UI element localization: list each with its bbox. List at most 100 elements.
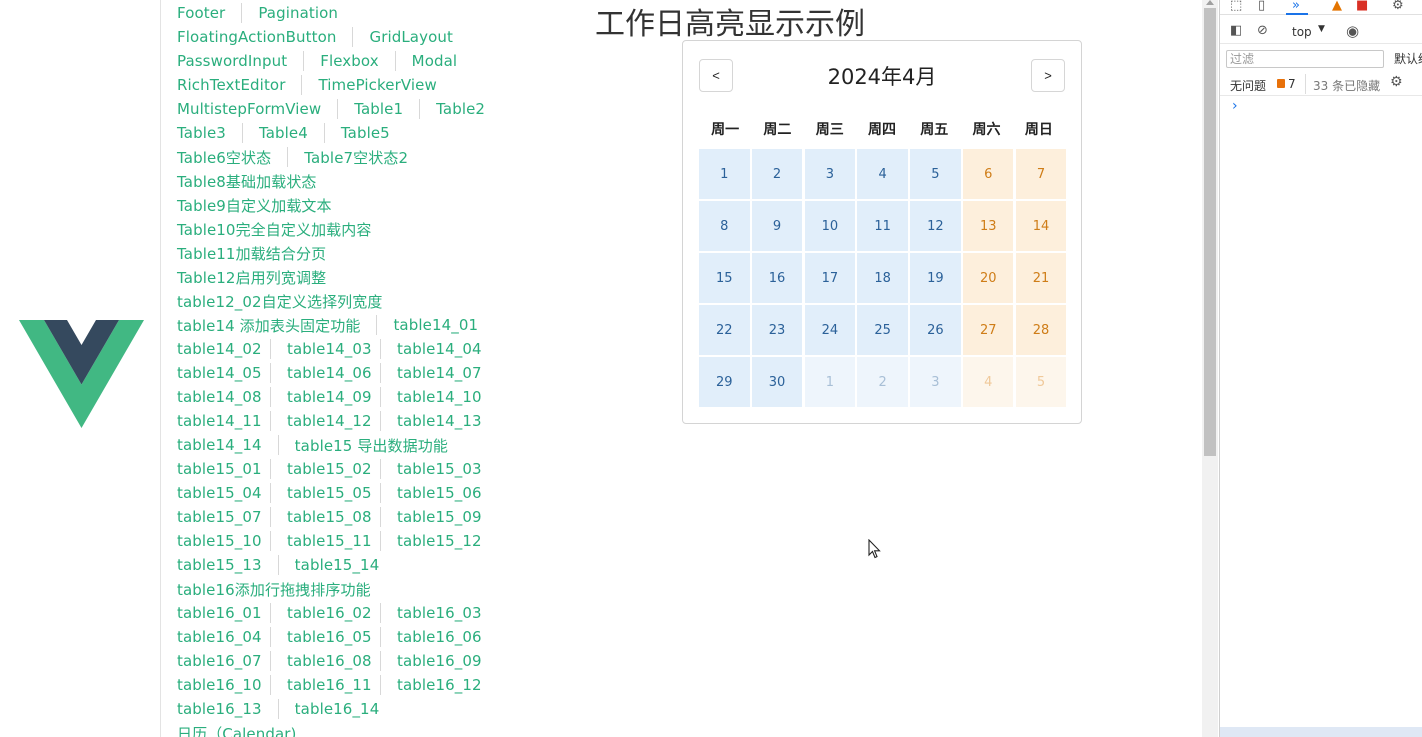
calendar-day-cell[interactable]: 20	[962, 253, 1014, 303]
calendar-day-cell[interactable]: 21	[1015, 253, 1067, 303]
calendar-day-cell[interactable]: 30	[751, 357, 803, 407]
nav-link[interactable]: table14_08	[177, 388, 262, 406]
page-scrollbar[interactable]	[1202, 0, 1218, 737]
nav-link[interactable]: Flexbox	[320, 52, 378, 70]
calendar-day-cell[interactable]: 1	[699, 149, 750, 199]
nav-link[interactable]: table15_05	[287, 484, 372, 502]
nav-link[interactable]: FloatingActionButton	[177, 28, 336, 46]
nav-link[interactable]: table14_04	[397, 340, 482, 358]
nav-link[interactable]: Table2	[436, 100, 485, 118]
nav-link[interactable]: Table4	[259, 124, 308, 142]
live-expression-eye-icon[interactable]: ◉	[1346, 22, 1359, 40]
nav-link[interactable]: table15_01	[177, 460, 262, 478]
nav-link[interactable]: table14_01	[393, 316, 478, 334]
calendar-day-cell[interactable]: 5	[910, 149, 961, 199]
nav-link[interactable]: table15_03	[397, 460, 482, 478]
calendar-day-cell[interactable]: 2	[751, 149, 803, 199]
calendar-day-cell[interactable]: 4	[857, 149, 908, 199]
nav-link[interactable]: Modal	[412, 52, 458, 70]
calendar-day-cell[interactable]: 5	[1015, 357, 1067, 407]
nav-link[interactable]: table14_02	[177, 340, 262, 358]
settings-gear-icon[interactable]: ⚙	[1392, 0, 1404, 13]
chevron-down-icon[interactable]: ▼	[1318, 24, 1325, 34]
nav-link[interactable]: Table8基础加载状态	[177, 171, 317, 192]
nav-link[interactable]: table15 导出数据功能	[295, 435, 448, 456]
next-month-button[interactable]: >	[1031, 59, 1065, 92]
calendar-day-cell[interactable]: 14	[1015, 201, 1067, 251]
console-settings-gear-icon[interactable]: ⚙	[1390, 74, 1403, 90]
nav-link[interactable]: Table9自定义加载文本	[177, 195, 332, 216]
issues-label[interactable]: 无问题	[1230, 77, 1266, 94]
issues-count[interactable]: 7	[1288, 77, 1296, 91]
scroll-up-arrow-icon[interactable]	[1206, 0, 1214, 5]
nav-link[interactable]: table14_12	[287, 412, 372, 430]
nav-link[interactable]: table16_06	[397, 628, 482, 646]
calendar-day-cell[interactable]: 3	[804, 149, 856, 199]
nav-link[interactable]: Table3	[177, 124, 226, 142]
nav-link[interactable]: table14_14	[177, 436, 262, 454]
nav-link[interactable]: table16_11	[287, 676, 372, 694]
nav-link[interactable]: table16_12	[397, 676, 482, 694]
console-prompt-icon[interactable]: ›	[1232, 98, 1238, 114]
calendar-day-cell[interactable]: 18	[857, 253, 908, 303]
nav-link[interactable]: table15_14	[295, 556, 380, 574]
nav-link[interactable]: table16_03	[397, 604, 482, 622]
nav-link[interactable]: table15_07	[177, 508, 262, 526]
calendar-day-cell[interactable]: 7	[1015, 149, 1067, 199]
warning-icon[interactable]: ▲	[1332, 0, 1342, 13]
calendar-day-cell[interactable]: 23	[751, 305, 803, 355]
calendar-day-cell[interactable]: 27	[962, 305, 1014, 355]
nav-link[interactable]: table15_06	[397, 484, 482, 502]
nav-link[interactable]: table15_10	[177, 532, 262, 550]
calendar-day-cell[interactable]: 24	[804, 305, 856, 355]
nav-link[interactable]: table14 添加表头固定功能	[177, 315, 360, 336]
nav-link[interactable]: table16_09	[397, 652, 482, 670]
calendar-day-cell[interactable]: 17	[804, 253, 856, 303]
nav-link[interactable]: GridLayout	[369, 28, 452, 46]
inspect-element-icon[interactable]: ⬚	[1230, 0, 1242, 13]
console-filter-input[interactable]: 过滤	[1226, 50, 1384, 68]
nav-link[interactable]: table16_13	[177, 700, 262, 718]
nav-link[interactable]: table15_09	[397, 508, 482, 526]
calendar-day-cell[interactable]: 19	[910, 253, 961, 303]
nav-link[interactable]: table14_09	[287, 388, 372, 406]
nav-link[interactable]: TimePickerView	[318, 76, 436, 94]
calendar-day-cell[interactable]: 6	[962, 149, 1014, 199]
nav-link[interactable]: table16_02	[287, 604, 372, 622]
more-tabs-icon[interactable]: »	[1292, 0, 1300, 13]
device-toolbar-icon[interactable]: ▯	[1258, 0, 1265, 13]
nav-link[interactable]: table15_08	[287, 508, 372, 526]
nav-link[interactable]: table16_08	[287, 652, 372, 670]
calendar-day-cell[interactable]: 4	[962, 357, 1014, 407]
nav-link[interactable]: table14_10	[397, 388, 482, 406]
calendar-day-cell[interactable]: 25	[857, 305, 908, 355]
nav-link[interactable]: Table5	[341, 124, 390, 142]
calendar-day-cell[interactable]: 16	[751, 253, 803, 303]
calendar-day-cell[interactable]: 22	[699, 305, 750, 355]
nav-link[interactable]: MultistepFormView	[177, 100, 321, 118]
calendar-day-cell[interactable]: 8	[699, 201, 750, 251]
nav-link[interactable]: table16_10	[177, 676, 262, 694]
nav-link[interactable]: table15_13	[177, 556, 262, 574]
calendar-day-cell[interactable]: 2	[857, 357, 908, 407]
nav-link[interactable]: Table11加载结合分页	[177, 243, 326, 264]
nav-link[interactable]: table16_04	[177, 628, 262, 646]
calendar-day-cell[interactable]: 26	[910, 305, 961, 355]
calendar-day-cell[interactable]: 13	[962, 201, 1014, 251]
nav-link[interactable]: Footer	[177, 4, 225, 22]
calendar-day-cell[interactable]: 3	[910, 357, 961, 407]
sidebar-toggle-icon[interactable]: ◧	[1230, 23, 1242, 38]
calendar-day-cell[interactable]: 12	[910, 201, 961, 251]
nav-link[interactable]: RichTextEditor	[177, 76, 285, 94]
scroll-thumb[interactable]	[1204, 8, 1216, 456]
nav-link[interactable]: Pagination	[258, 4, 338, 22]
calendar-day-cell[interactable]: 10	[804, 201, 856, 251]
nav-link[interactable]: Table6空状态	[177, 147, 271, 168]
nav-link[interactable]: table15_12	[397, 532, 482, 550]
nav-link[interactable]: Table7空状态2	[304, 147, 408, 168]
context-select[interactable]: top	[1292, 25, 1312, 39]
nav-link[interactable]: table15_11	[287, 532, 372, 550]
nav-link[interactable]: table16_01	[177, 604, 262, 622]
calendar-day-cell[interactable]: 11	[857, 201, 908, 251]
calendar-day-cell[interactable]: 29	[699, 357, 750, 407]
